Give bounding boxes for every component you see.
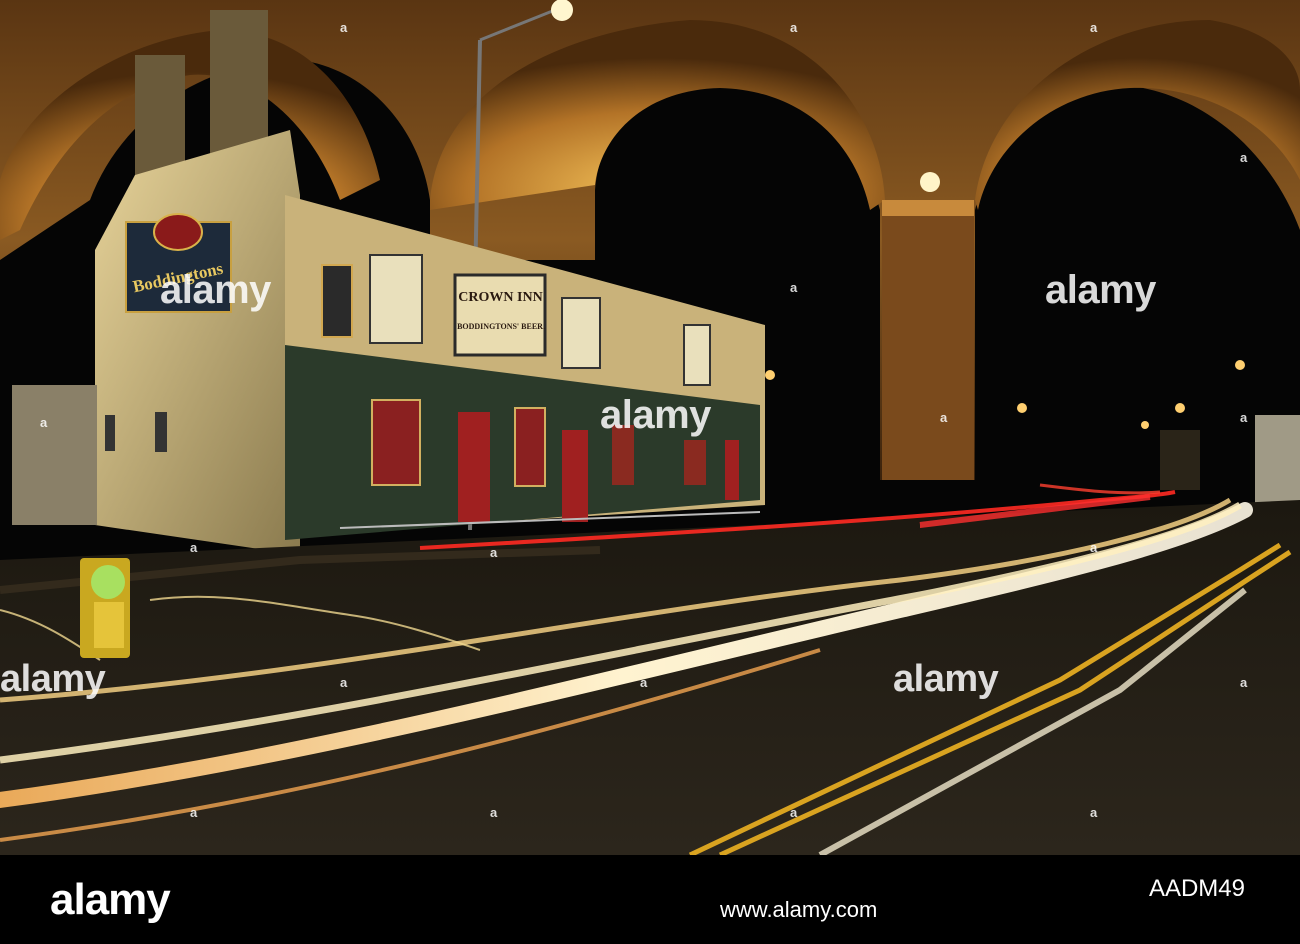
watermark-brand: alamy bbox=[0, 658, 106, 700]
upper-window bbox=[683, 324, 711, 386]
distant-light bbox=[1175, 403, 1185, 413]
watermark-small: a bbox=[790, 20, 797, 35]
footer-image-id: AADM49 bbox=[1148, 875, 1245, 902]
night-street-photo: Boddingtons CROWN INN BODDINGTONS' BEER.… bbox=[0, 0, 1300, 855]
watermark-small: a bbox=[490, 545, 497, 560]
watermark-small: a bbox=[1240, 150, 1247, 165]
watermark-small: a bbox=[940, 410, 947, 425]
side-window bbox=[105, 415, 115, 451]
pub-door bbox=[562, 430, 588, 522]
watermark-brand: alamy bbox=[160, 268, 271, 312]
side-sign-crest bbox=[153, 213, 203, 251]
distant-light bbox=[1017, 403, 1027, 413]
pub-annex bbox=[12, 385, 97, 525]
distant-building bbox=[1255, 415, 1300, 505]
watermark-small: a bbox=[190, 540, 197, 555]
distant-light bbox=[1235, 360, 1245, 370]
watermark-small: a bbox=[490, 805, 497, 820]
watermark-small: a bbox=[1090, 805, 1097, 820]
watermark-brand: alamy bbox=[1045, 268, 1156, 312]
front-sign-bottom-text: BODDINGTONS' BEER. bbox=[457, 322, 545, 331]
watermark-small: a bbox=[40, 415, 47, 430]
pier-cap bbox=[882, 200, 974, 216]
hanging-sign bbox=[321, 264, 353, 338]
distant-light bbox=[1141, 421, 1149, 429]
viaduct-pier bbox=[882, 200, 974, 480]
upper-window bbox=[369, 254, 423, 344]
watermark-small: a bbox=[790, 280, 797, 295]
distant-building bbox=[1160, 430, 1200, 490]
distant-light bbox=[765, 370, 775, 380]
watermark-small: a bbox=[190, 805, 197, 820]
pub-side-wall bbox=[95, 130, 300, 555]
bollard-lamp bbox=[91, 565, 125, 599]
photo-frame: Boddingtons CROWN INN BODDINGTONS' BEER.… bbox=[0, 0, 1300, 944]
bar-window bbox=[371, 399, 421, 486]
watermark-small: a bbox=[640, 675, 647, 690]
watermark-small: a bbox=[790, 805, 797, 820]
front-sign-board bbox=[453, 273, 547, 357]
watermark-brand: alamy bbox=[600, 393, 711, 437]
bollard-panel bbox=[94, 602, 124, 648]
footer-url: www.alamy.com bbox=[720, 897, 878, 922]
watermark-brand: alamy bbox=[893, 658, 999, 700]
watermark-small: a bbox=[340, 20, 347, 35]
stock-footer-bar: alamy www.alamy.com AADM49 bbox=[0, 855, 1300, 944]
watermark-small: a bbox=[340, 675, 347, 690]
watermark-small: a bbox=[1240, 410, 1247, 425]
bar-window bbox=[684, 440, 706, 485]
watermark-small: a bbox=[1090, 540, 1097, 555]
floodlight bbox=[920, 172, 940, 192]
pub-door bbox=[725, 440, 739, 500]
bar-window bbox=[514, 407, 546, 487]
front-sign-top-text: CROWN INN bbox=[458, 290, 543, 305]
street-lamp bbox=[551, 0, 573, 21]
watermark-small: a bbox=[1090, 20, 1097, 35]
footer-logo: alamy bbox=[50, 875, 171, 924]
side-window bbox=[155, 412, 167, 452]
upper-window bbox=[561, 297, 601, 369]
pub-door bbox=[458, 412, 490, 522]
watermark-small: a bbox=[1240, 675, 1247, 690]
